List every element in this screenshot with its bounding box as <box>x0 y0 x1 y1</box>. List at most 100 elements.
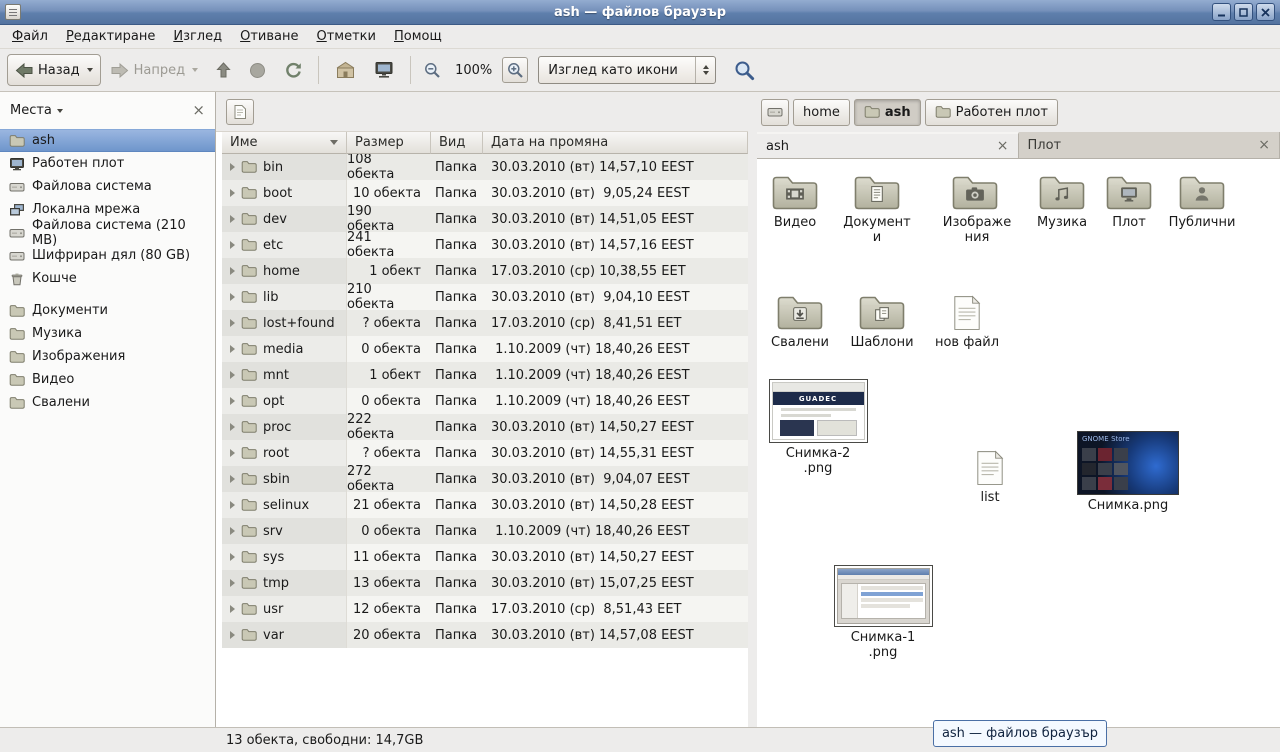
file-row[interactable]: sbin 272 обекта Папка 30.03.2010 (вт) 9,… <box>222 466 748 492</box>
expander-icon[interactable] <box>230 163 235 171</box>
grid-item-templates[interactable]: Шаблони <box>846 290 918 351</box>
icon-view[interactable]: Видео Документи Изображения <box>757 159 1280 727</box>
forward-button[interactable]: Напред <box>103 54 206 86</box>
grid-item-video[interactable]: Видео <box>759 170 831 231</box>
sidebar-item-video[interactable]: Видео <box>0 368 215 391</box>
tab-close-icon[interactable]: × <box>1258 138 1270 152</box>
menu-help[interactable]: Помощ <box>385 26 451 47</box>
column-header-date[interactable]: Дата на промяна <box>483 132 748 154</box>
expander-icon[interactable] <box>230 293 235 301</box>
grid-item-pictures[interactable]: Изображения <box>939 170 1011 246</box>
expander-icon[interactable] <box>230 345 235 353</box>
sidebar-item-trash[interactable]: Кошче <box>0 267 215 290</box>
file-row[interactable]: boot 10 обекта Папка 30.03.2010 (вт) 9,0… <box>222 180 748 206</box>
sidebar-selector-arrow-icon[interactable] <box>57 109 63 113</box>
expander-icon[interactable] <box>230 423 235 431</box>
file-row[interactable]: selinux 21 обекта Папка 30.03.2010 (вт) … <box>222 492 748 518</box>
grid-item-desktop-folder[interactable]: Плот <box>1093 170 1165 231</box>
taskbar-window-button[interactable]: ash — файлов браузър <box>933 720 1107 747</box>
file-row[interactable]: media 0 обекта Папка 1.10.2009 (чт) 18,4… <box>222 336 748 362</box>
expander-icon[interactable] <box>230 553 235 561</box>
expander-icon[interactable] <box>230 215 235 223</box>
tab-close-icon[interactable]: × <box>997 139 1009 153</box>
grid-item-list-file[interactable]: list <box>958 445 1022 506</box>
titlebar[interactable]: ash — файлов браузър <box>0 0 1280 25</box>
sidebar-item-documents[interactable]: Документи <box>0 299 215 322</box>
file-row[interactable]: bin 108 обекта Папка 30.03.2010 (вт) 14,… <box>222 154 748 180</box>
file-row[interactable]: usr 12 обекта Папка 17.03.2010 (ср) 8,51… <box>222 596 748 622</box>
sidebar-item-filesystem-210mb[interactable]: Файлова система (210 MB) <box>0 221 215 244</box>
sidebar-item-desktop[interactable]: Работен плот <box>0 152 215 175</box>
pathbar-desktop-button[interactable]: Работен плот <box>925 99 1058 126</box>
expander-icon[interactable] <box>230 241 235 249</box>
tab-ash[interactable]: ash × <box>757 132 1019 158</box>
sidebar-close-icon[interactable]: × <box>192 103 205 118</box>
sidebar-item-ash[interactable]: ash <box>0 129 215 152</box>
grid-item-snimka2[interactable]: GUADEC Снимка-2.png <box>766 379 870 477</box>
expander-icon[interactable] <box>230 397 235 405</box>
expander-icon[interactable] <box>230 449 235 457</box>
grid-item-documents[interactable]: Документи <box>841 170 913 246</box>
expander-icon[interactable] <box>230 319 235 327</box>
back-history-arrow-icon[interactable] <box>87 68 93 72</box>
minimize-button[interactable] <box>1212 3 1231 21</box>
file-row[interactable]: root ? обекта Папка 30.03.2010 (вт) 14,5… <box>222 440 748 466</box>
menu-bookmarks[interactable]: Отметки <box>308 26 386 47</box>
file-row[interactable]: lost+found ? обекта Папка 17.03.2010 (ср… <box>222 310 748 336</box>
menu-file[interactable]: Файл <box>3 26 57 47</box>
zoom-out-button[interactable] <box>419 57 445 83</box>
file-row[interactable]: opt 0 обекта Папка 1.10.2009 (чт) 18,40,… <box>222 388 748 414</box>
file-row[interactable]: home 1 обект Папка 17.03.2010 (ср) 10,38… <box>222 258 748 284</box>
expander-icon[interactable] <box>230 579 235 587</box>
grid-item-public[interactable]: Публични <box>1166 170 1238 231</box>
file-row[interactable]: tmp 13 обекта Папка 30.03.2010 (вт) 15,0… <box>222 570 748 596</box>
pathbar-home-button[interactable]: home <box>793 99 850 126</box>
computer-button[interactable] <box>366 54 402 86</box>
sidebar-item-filesystem[interactable]: Файлова система <box>0 175 215 198</box>
home-button[interactable] <box>327 54 364 86</box>
expander-icon[interactable] <box>230 371 235 379</box>
sidebar-item-downloads[interactable]: Свалени <box>0 391 215 414</box>
maximize-button[interactable] <box>1234 3 1253 21</box>
pane-divider[interactable] <box>748 92 757 727</box>
sidebar-item-encrypted-partition[interactable]: Шифриран дял (80 GB) <box>0 244 215 267</box>
zoom-in-button[interactable] <box>502 57 528 83</box>
file-row[interactable]: proc 222 обекта Папка 30.03.2010 (вт) 14… <box>222 414 748 440</box>
expander-icon[interactable] <box>230 631 235 639</box>
menu-go[interactable]: Отиване <box>231 26 307 47</box>
file-row[interactable]: var 20 обекта Папка 30.03.2010 (вт) 14,5… <box>222 622 748 648</box>
grid-item-snimka[interactable]: GNOME Store Снимка.png <box>1073 431 1183 514</box>
file-row[interactable]: sys 11 обекта Папка 30.03.2010 (вт) 14,5… <box>222 544 748 570</box>
expander-icon[interactable] <box>230 605 235 613</box>
column-header-size[interactable]: Размер <box>347 132 431 154</box>
column-header-name[interactable]: Име <box>222 132 347 154</box>
stop-button[interactable] <box>241 54 274 86</box>
menu-view[interactable]: Изглед <box>164 26 231 47</box>
file-row[interactable]: lib 210 обекта Папка 30.03.2010 (вт) 9,0… <box>222 284 748 310</box>
expander-icon[interactable] <box>230 527 235 535</box>
sidebar-item-music[interactable]: Музика <box>0 322 215 345</box>
search-button[interactable] <box>726 54 763 86</box>
sidebar-title[interactable]: Места <box>10 103 52 118</box>
file-row[interactable]: etc 241 обекта Папка 30.03.2010 (вт) 14,… <box>222 232 748 258</box>
file-row[interactable]: dev 190 обекта Папка 30.03.2010 (вт) 14,… <box>222 206 748 232</box>
grid-item-downloads[interactable]: Свалени <box>764 290 836 351</box>
grid-item-music[interactable]: Музика <box>1026 170 1098 231</box>
expander-icon[interactable] <box>230 267 235 275</box>
expander-icon[interactable] <box>230 475 235 483</box>
expander-icon[interactable] <box>230 501 235 509</box>
view-mode-select[interactable]: Изглед като икони <box>538 56 716 84</box>
sidebar-item-pictures[interactable]: Изображения <box>0 345 215 368</box>
up-button[interactable] <box>208 54 239 86</box>
tab-plot[interactable]: Плот × <box>1019 132 1280 158</box>
grid-item-new-file[interactable]: нов файл <box>931 290 1003 351</box>
back-button[interactable]: Назад <box>7 54 101 86</box>
close-button[interactable] <box>1256 3 1275 21</box>
pathbar-root-button[interactable] <box>761 99 789 126</box>
menu-edit[interactable]: Редактиране <box>57 26 164 47</box>
reload-button[interactable] <box>276 54 310 86</box>
location-button[interactable] <box>226 99 254 125</box>
grid-item-snimka1[interactable]: Снимка-1.png <box>831 565 935 661</box>
file-row[interactable]: mnt 1 обект Папка 1.10.2009 (чт) 18,40,2… <box>222 362 748 388</box>
column-header-type[interactable]: Вид <box>431 132 483 154</box>
